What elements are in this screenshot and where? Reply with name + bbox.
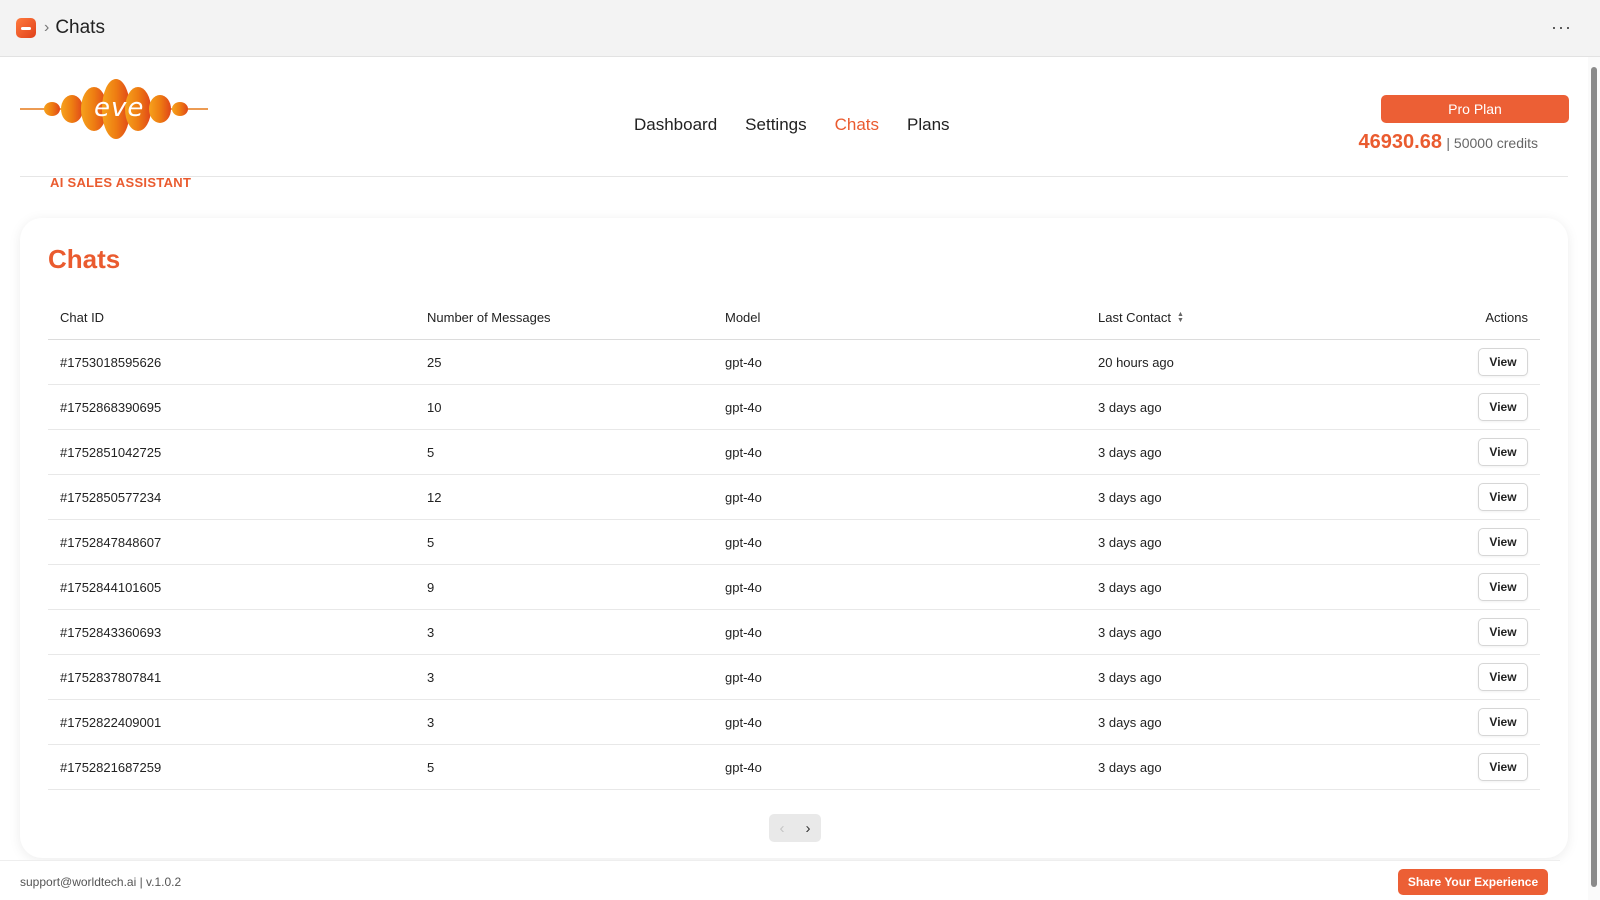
model-name: gpt-4o — [725, 489, 762, 505]
nav-plans[interactable]: Plans — [907, 115, 950, 135]
pagination: ‹ › — [769, 814, 821, 842]
view-button[interactable]: View — [1478, 438, 1528, 466]
model-name: gpt-4o — [725, 399, 762, 415]
last-contact: 3 days ago — [1098, 399, 1162, 415]
brand-tagline: AI SALES ASSISTANT — [50, 175, 192, 190]
model-name: gpt-4o — [725, 624, 762, 640]
main-nav: Dashboard Settings Chats Plans — [634, 115, 950, 135]
message-count: 3 — [427, 669, 435, 685]
chat-id: #1752850577234 — [60, 489, 162, 505]
message-count: 9 — [427, 579, 435, 595]
chat-id: #1752843360693 — [60, 624, 162, 640]
chats-card: Chats Chat ID Number of Messages Model L… — [20, 218, 1568, 858]
last-contact: 20 hours ago — [1098, 354, 1174, 370]
column-header-messages: Number of Messages — [427, 310, 551, 325]
table-row: #1752850577234 12 gpt-4o 3 days ago View — [48, 475, 1540, 520]
view-button[interactable]: View — [1478, 483, 1528, 511]
table-row: #1752847848607 5 gpt-4o 3 days ago View — [48, 520, 1540, 565]
nav-dashboard[interactable]: Dashboard — [634, 115, 717, 135]
chat-id: #1752821687259 — [60, 759, 162, 775]
last-contact: 3 days ago — [1098, 759, 1162, 775]
view-button[interactable]: View — [1478, 573, 1528, 601]
table-row: #1752843360693 3 gpt-4o 3 days ago View — [48, 610, 1540, 655]
chevron-left-icon[interactable]: ‹ — [769, 814, 795, 842]
chats-table: Chat ID Number of Messages Model Last Co… — [48, 296, 1540, 790]
table-row: #1752837807841 3 gpt-4o 3 days ago View — [48, 655, 1540, 700]
chat-id: #1753018595626 — [60, 354, 162, 370]
site-header: eve AI SALES ASSISTANT Dashboard Setting… — [20, 57, 1569, 190]
view-button[interactable]: View — [1478, 753, 1528, 781]
pro-plan-button[interactable]: Pro Plan — [1381, 95, 1569, 123]
table-row: #1752821687259 5 gpt-4o 3 days ago View — [48, 745, 1540, 790]
model-name: gpt-4o — [725, 354, 762, 370]
message-count: 10 — [427, 399, 442, 415]
nav-settings[interactable]: Settings — [745, 115, 806, 135]
sort-icon[interactable]: ▲ ▼ — [1177, 311, 1184, 324]
breadcrumb-separator-icon: › — [44, 19, 50, 36]
scrollbar-thumb[interactable] — [1591, 67, 1597, 887]
last-contact: 3 days ago — [1098, 579, 1162, 595]
page-title: Chats — [48, 244, 121, 274]
footer-support-version: support@worldtech.ai | v.1.0.2 — [20, 875, 182, 889]
last-contact: 3 days ago — [1098, 714, 1162, 730]
chat-id: #1752851042725 — [60, 444, 162, 460]
nav-chats[interactable]: Chats — [835, 115, 879, 135]
table-row: #1752844101605 9 gpt-4o 3 days ago View — [48, 565, 1540, 610]
view-button[interactable]: View — [1478, 528, 1528, 556]
share-experience-button[interactable]: Share Your Experience — [1398, 869, 1548, 895]
model-name: gpt-4o — [725, 759, 762, 775]
last-contact: 3 days ago — [1098, 624, 1162, 640]
column-header-actions: Actions — [1485, 310, 1528, 325]
view-button[interactable]: View — [1478, 708, 1528, 736]
table-header-row: Chat ID Number of Messages Model Last Co… — [48, 296, 1540, 340]
credits-used: 46930.68 — [1358, 131, 1442, 153]
chat-id: #1752822409001 — [60, 714, 162, 730]
model-name: gpt-4o — [725, 579, 762, 595]
table-row: #1752822409001 3 gpt-4o 3 days ago View — [48, 700, 1540, 745]
view-button[interactable]: View — [1478, 618, 1528, 646]
view-button[interactable]: View — [1478, 393, 1528, 421]
vertical-scrollbar[interactable] — [1588, 57, 1600, 900]
column-header-last-contact[interactable]: Last Contact ▲ ▼ — [1098, 310, 1184, 325]
message-count: 5 — [427, 444, 435, 460]
view-button[interactable]: View — [1478, 348, 1528, 376]
more-horizontal-icon[interactable]: ··· — [1551, 18, 1572, 36]
window-titlebar: › Chats ··· — [0, 0, 1600, 57]
credits-display: 46930.68 | 50000 credits — [1359, 131, 1538, 154]
last-contact: 3 days ago — [1098, 669, 1162, 685]
message-count: 3 — [427, 714, 435, 730]
message-count: 12 — [427, 489, 442, 505]
model-name: gpt-4o — [725, 669, 762, 685]
chat-id: #1752847848607 — [60, 534, 162, 550]
logo[interactable]: eve AI SALES ASSISTANT — [20, 79, 210, 190]
last-contact: 3 days ago — [1098, 444, 1162, 460]
column-header-last-contact-label: Last Contact — [1098, 310, 1171, 325]
message-count: 3 — [427, 624, 435, 640]
table-row: #1752868390695 10 gpt-4o 3 days ago View — [48, 385, 1540, 430]
page-footer: support@worldtech.ai | v.1.0.2 Share You… — [0, 860, 1560, 900]
credits-total: | 50000 credits — [1446, 135, 1538, 151]
view-button[interactable]: View — [1478, 663, 1528, 691]
message-count: 5 — [427, 534, 435, 550]
column-header-chat-id: Chat ID — [60, 310, 105, 325]
chat-id: #1752844101605 — [60, 579, 162, 595]
message-count: 5 — [427, 759, 435, 775]
chat-id: #1752837807841 — [60, 669, 162, 685]
message-count: 25 — [427, 354, 442, 370]
model-name: gpt-4o — [725, 444, 762, 460]
window-title: Chats — [55, 17, 105, 38]
table-row: #1752851042725 5 gpt-4o 3 days ago View — [48, 430, 1540, 475]
chevron-right-icon[interactable]: › — [795, 814, 821, 842]
logo-wordmark: eve — [94, 93, 145, 123]
last-contact: 3 days ago — [1098, 534, 1162, 550]
column-header-model: Model — [725, 310, 761, 325]
table-row: #1753018595626 25 gpt-4o 20 hours ago Vi… — [48, 340, 1540, 385]
last-contact: 3 days ago — [1098, 489, 1162, 505]
model-name: gpt-4o — [725, 534, 762, 550]
app-icon — [16, 18, 36, 38]
model-name: gpt-4o — [725, 714, 762, 730]
chat-id: #1752868390695 — [60, 399, 162, 415]
